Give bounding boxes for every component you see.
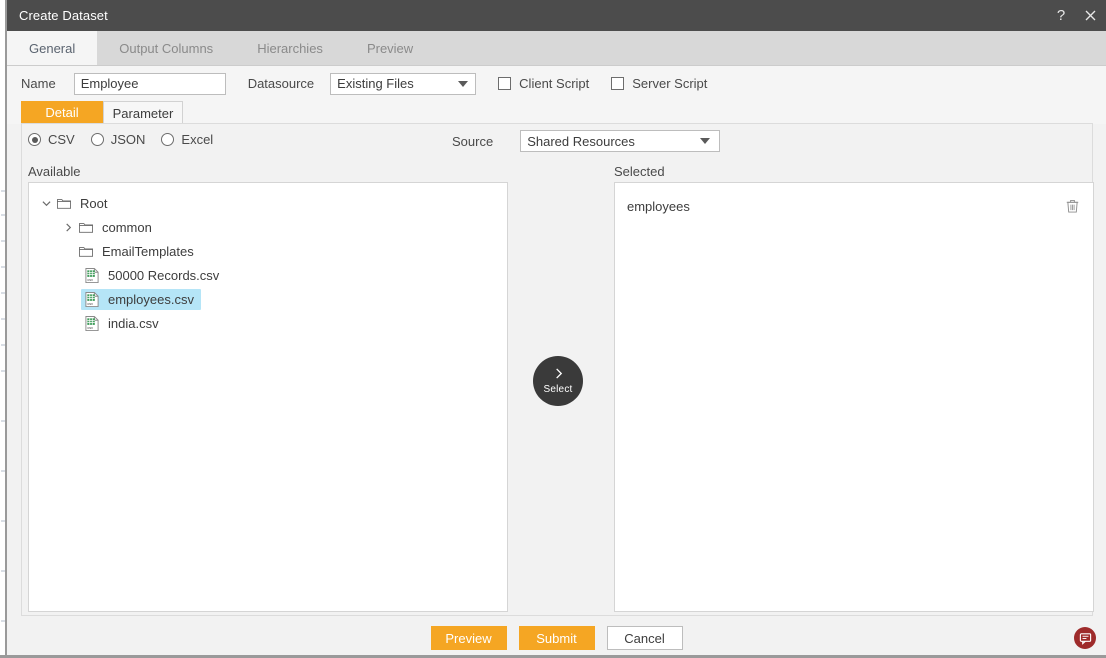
- server-script-checkbox[interactable]: Server Script: [611, 76, 707, 91]
- tree-item-emailtemplates[interactable]: EmailTemplates: [29, 239, 507, 263]
- name-input-value: Employee: [80, 76, 139, 91]
- available-header: Available: [28, 164, 81, 179]
- radio-excel[interactable]: Excel: [161, 132, 213, 147]
- selected-item-label: employees: [627, 198, 690, 214]
- tree-item-india[interactable]: csv india.csv: [29, 311, 507, 335]
- datasource-select-value: Existing Files: [337, 76, 414, 91]
- chevron-down-icon[interactable]: [37, 199, 55, 208]
- tab-general[interactable]: General: [7, 31, 98, 65]
- submit-button-label: Submit: [536, 630, 577, 646]
- source-select-value: Shared Resources: [527, 133, 635, 149]
- tree-item-label: 50000 Records.csv: [108, 267, 220, 283]
- tab-output-columns[interactable]: Output Columns: [97, 31, 235, 65]
- csv-file-icon: csv: [83, 315, 101, 331]
- source-row: Source Shared Resources: [452, 130, 721, 152]
- screen-root: Create Dataset ? General Output Columns: [0, 0, 1106, 658]
- subtab-detail[interactable]: Detail: [21, 101, 103, 124]
- dialog-footer: Preview Submit Cancel: [7, 618, 1106, 658]
- tree-item-50000-records[interactable]: csv 50000 Records.csv: [29, 263, 507, 287]
- subtab-parameter[interactable]: Parameter: [103, 101, 183, 124]
- detail-parameter-subtabs: Detail Parameter: [7, 101, 1106, 124]
- folder-icon: [77, 245, 95, 257]
- chevron-down-icon: [458, 80, 469, 87]
- radio-csv[interactable]: CSV: [28, 132, 75, 147]
- selected-item[interactable]: employees: [615, 193, 1093, 219]
- svg-text:csv: csv: [87, 326, 93, 330]
- file-tree: Root common EmailTemplates csv 50000 Rec…: [29, 183, 507, 335]
- tree-item-label: india.csv: [108, 315, 159, 331]
- select-button[interactable]: Select: [533, 356, 583, 406]
- tree-item-label: Root: [80, 195, 108, 211]
- tree-item-label: EmailTemplates: [102, 243, 194, 259]
- checkbox-box: [498, 77, 512, 90]
- subtab-parameter-label: Parameter: [112, 105, 174, 121]
- tree-item-label: employees.csv: [108, 291, 194, 307]
- source-select[interactable]: Shared Resources: [520, 130, 721, 152]
- titlebar-actions: ?: [1053, 0, 1098, 31]
- svg-text:csv: csv: [87, 278, 93, 282]
- chevron-right-icon: [553, 367, 564, 383]
- datasource-label: Datasource: [247, 76, 315, 91]
- checkbox-box: [611, 77, 625, 90]
- feedback-button[interactable]: [1074, 627, 1096, 649]
- server-script-label: Server Script: [632, 76, 708, 91]
- tab-hierarchies[interactable]: Hierarchies: [235, 31, 345, 65]
- preview-button[interactable]: Preview: [430, 626, 507, 650]
- submit-button[interactable]: Submit: [518, 626, 595, 650]
- available-listbox[interactable]: Root common EmailTemplates csv 50000 Rec…: [28, 182, 508, 612]
- dialog-tabs: General Output Columns Hierarchies Previ…: [7, 31, 1106, 66]
- chat-bubble-icon: [1079, 632, 1091, 645]
- subtab-detail-label: Detail: [45, 105, 79, 120]
- radio-json-label: JSON: [110, 132, 146, 147]
- cancel-button[interactable]: Cancel: [606, 626, 683, 650]
- filetype-radio-group: CSV JSON Excel: [28, 132, 213, 147]
- client-script-label: Client Script: [519, 76, 590, 91]
- tab-preview-label: Preview: [366, 40, 414, 56]
- radio-indicator: [28, 133, 41, 146]
- dialog-titlebar: Create Dataset ?: [7, 0, 1106, 31]
- radio-indicator: [90, 133, 104, 146]
- folder-icon: [77, 221, 95, 233]
- tab-hierarchies-label: Hierarchies: [257, 40, 323, 56]
- datasource-select[interactable]: Existing Files: [330, 72, 477, 95]
- chevron-down-icon: [700, 138, 711, 144]
- tab-output-columns-label: Output Columns: [119, 40, 214, 56]
- name-label: Name: [21, 76, 56, 91]
- selected-listbox[interactable]: employees: [614, 182, 1094, 612]
- close-icon[interactable]: [1082, 10, 1098, 21]
- help-icon[interactable]: ?: [1053, 8, 1069, 23]
- tab-preview[interactable]: Preview: [345, 31, 435, 65]
- detail-panel: CSV JSON Excel Source Shared Resources A…: [21, 123, 1094, 616]
- cancel-button-label: Cancel: [624, 630, 665, 646]
- radio-csv-label: CSV: [48, 132, 75, 147]
- radio-json[interactable]: JSON: [90, 132, 146, 147]
- name-input[interactable]: Employee: [73, 72, 226, 95]
- tree-item-root[interactable]: Root: [29, 191, 507, 215]
- create-dataset-dialog: Create Dataset ? General Output Columns: [7, 0, 1106, 658]
- selected-header: Selected: [614, 164, 665, 179]
- csv-file-icon: csv: [83, 267, 101, 283]
- source-label: Source: [452, 133, 494, 149]
- dialog-title: Create Dataset: [19, 8, 108, 23]
- csv-file-icon: csv: [83, 291, 101, 307]
- radio-excel-label: Excel: [181, 132, 214, 147]
- tree-item-employees[interactable]: csv employees.csv: [29, 287, 507, 311]
- svg-text:csv: csv: [87, 302, 93, 306]
- chevron-right-icon[interactable]: [59, 222, 77, 232]
- select-button-label: Select: [543, 384, 573, 395]
- tab-general-label: General: [29, 40, 76, 56]
- radio-indicator: [161, 133, 175, 146]
- dataset-form-row: Name Employee Datasource Existing Files …: [7, 66, 1106, 101]
- folder-icon: [55, 197, 73, 209]
- tree-item-common[interactable]: common: [29, 215, 507, 239]
- trash-icon[interactable]: [1066, 199, 1079, 213]
- preview-button-label: Preview: [445, 630, 492, 646]
- client-script-checkbox[interactable]: Client Script: [498, 76, 589, 91]
- tree-item-label: common: [102, 219, 152, 235]
